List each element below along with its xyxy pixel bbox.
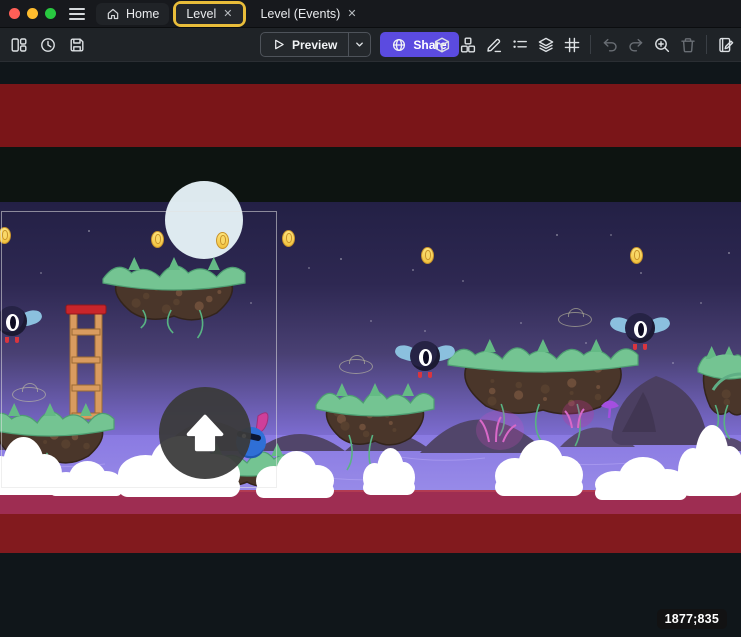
tab-highlight-box: Level ✕ (173, 1, 246, 27)
toolbar-separator (706, 35, 707, 54)
tab-label: Level (Events) (260, 7, 340, 21)
window-minimize-button[interactable] (27, 8, 38, 19)
tab-label: Home (126, 7, 159, 21)
save-icon[interactable] (64, 32, 89, 57)
object-groups-icon[interactable] (455, 32, 480, 57)
delete-icon[interactable] (675, 32, 700, 57)
preview-button[interactable]: Preview (261, 33, 348, 56)
island-platform[interactable] (0, 403, 114, 494)
play-icon (272, 38, 285, 51)
zoom-in-icon[interactable] (649, 32, 674, 57)
preview-label: Preview (292, 38, 337, 52)
window-close-button[interactable] (9, 8, 20, 19)
window-zoom-button[interactable] (45, 8, 56, 19)
tab-level-events[interactable]: Level (Events) ✕ (250, 3, 367, 25)
globe-icon (392, 38, 406, 52)
preview-split-button: Preview (260, 32, 371, 57)
tab-label: Level (186, 7, 216, 21)
scene-properties-icon[interactable] (713, 32, 738, 57)
cursor-coordinates: 1877;835 (665, 612, 719, 626)
up-arrow-icon (176, 404, 234, 462)
undo-icon[interactable] (597, 32, 622, 57)
toolbar: Preview Share (0, 28, 741, 62)
close-tab-icon[interactable]: ✕ (222, 7, 233, 20)
gdevelop-window: Home Level ✕ Level (Events) ✕ (0, 0, 741, 637)
island-platform[interactable] (103, 257, 245, 338)
tab-bar: Home Level ✕ Level (Events) ✕ (96, 0, 368, 27)
water-ripples (10, 457, 725, 492)
layers-icon[interactable] (533, 32, 558, 57)
cursor-coordinates-badge: 1877;835 (657, 609, 727, 629)
redo-icon[interactable] (623, 32, 648, 57)
titlebar: Home Level ✕ Level (Events) ✕ (0, 0, 741, 28)
scene-editor-canvas[interactable]: 1877;835 (0, 62, 741, 637)
chevron-down-icon (354, 39, 365, 50)
window-controls (9, 8, 56, 19)
main-menu-button[interactable] (66, 5, 88, 23)
version-history-icon[interactable] (35, 32, 60, 57)
properties-icon[interactable] (481, 32, 506, 57)
grid-icon[interactable] (559, 32, 584, 57)
scene-artwork (0, 62, 741, 637)
toolbar-left-group (6, 32, 89, 57)
islands-layer (0, 257, 741, 494)
instances-list-icon[interactable] (507, 32, 532, 57)
toolbar-separator (590, 35, 591, 54)
tab-home[interactable]: Home (96, 3, 169, 25)
touch-control-up-button[interactable] (159, 387, 251, 479)
island-platform[interactable] (316, 383, 434, 475)
objects-panel-icon[interactable] (429, 32, 454, 57)
tab-level[interactable]: Level ✕ (176, 4, 243, 24)
home-icon (106, 7, 120, 21)
preview-options-button[interactable] (348, 33, 370, 56)
close-tab-icon[interactable]: ✕ (346, 7, 357, 20)
toolbar-right-group (429, 32, 738, 57)
project-manager-icon[interactable] (6, 32, 31, 57)
